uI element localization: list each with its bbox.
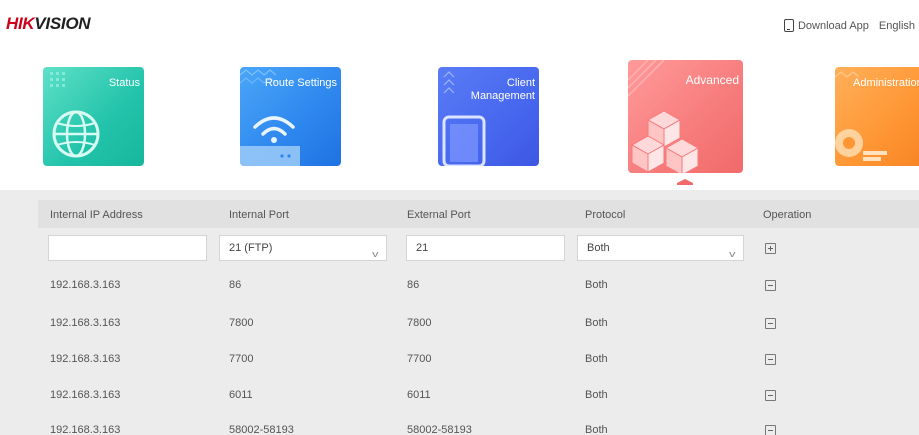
hikvision-logo: HIKVISION: [6, 14, 91, 34]
cell-ip: 192.168.3.163: [50, 389, 121, 401]
delete-rule-button[interactable]: [765, 318, 776, 329]
column-header-operation: Operation: [763, 209, 812, 221]
nav-tile-administration[interactable]: Administration: [835, 67, 919, 166]
nav-tile-label: Route Settings: [264, 77, 337, 89]
cell-internal-port: 58002-58193: [229, 424, 294, 435]
nav-tile-label: Advanced: [685, 73, 739, 87]
nav-tile-label: Status: [108, 77, 140, 89]
column-header-internal-ip: Internal IP Address: [50, 209, 143, 221]
chevron-down-icon: v: [371, 249, 378, 259]
protocol-select[interactable]: Both v: [577, 235, 744, 261]
delete-rule-button[interactable]: [765, 354, 776, 365]
column-header-external-port: External Port: [407, 209, 471, 221]
add-rule-button[interactable]: [765, 243, 776, 254]
cell-external-port: 86: [407, 279, 420, 291]
label-line-1: Client: [506, 77, 535, 89]
delete-rule-button[interactable]: [765, 390, 776, 401]
cell-ip: 192.168.3.163: [50, 279, 121, 291]
cell-ip: 192.168.3.163: [50, 317, 121, 329]
nav-tile-status[interactable]: Status: [43, 67, 144, 166]
top-links: Download App English: [783, 19, 915, 32]
cell-protocol: Both: [585, 389, 608, 401]
nav-tile-advanced[interactable]: Advanced: [628, 60, 743, 173]
column-header-internal-port: Internal Port: [229, 209, 289, 221]
logo-red-text: HIK: [6, 14, 35, 33]
language-selector[interactable]: English: [879, 20, 915, 32]
label-line-2: Management: [470, 90, 535, 102]
cell-external-port: 6011: [407, 389, 431, 401]
column-header-protocol: Protocol: [585, 209, 626, 221]
active-indicator-icon: [677, 179, 693, 185]
nav-tile-label: Client Management: [471, 77, 535, 103]
external-port-input[interactable]: 21: [406, 235, 565, 261]
cell-external-port: 7800: [407, 317, 432, 329]
nav-tile-label: Administration: [853, 77, 919, 89]
cell-internal-port: 86: [229, 279, 242, 291]
nav-tile-route-settings[interactable]: Route Settings: [240, 67, 341, 166]
download-app-link[interactable]: Download App: [798, 20, 869, 32]
cell-ip: 192.168.3.163: [50, 353, 121, 365]
cell-protocol: Both: [585, 279, 608, 291]
cell-external-port: 7700: [407, 353, 432, 365]
cell-internal-port: 7700: [229, 353, 254, 365]
header: HIKVISION Download App English Status Ro…: [0, 0, 919, 190]
cell-protocol: Both: [585, 317, 608, 329]
cell-protocol: Both: [585, 424, 608, 435]
delete-rule-button[interactable]: [765, 280, 776, 291]
internal-ip-input[interactable]: [48, 235, 207, 261]
delete-rule-button[interactable]: [765, 425, 776, 435]
cell-external-port: 58002-58193: [407, 424, 472, 435]
chevron-down-icon: v: [728, 249, 735, 259]
internal-port-select[interactable]: 21 (FTP) v: [219, 235, 387, 261]
cell-protocol: Both: [585, 353, 608, 365]
cell-internal-port: 7800: [229, 317, 254, 329]
cell-ip: 192.168.3.163: [50, 424, 121, 435]
internal-port-select-value: 21 (FTP): [229, 242, 273, 254]
mobile-phone-icon: [783, 19, 794, 32]
logo-dark-text: VISION: [34, 14, 91, 33]
protocol-select-value: Both: [587, 242, 610, 254]
external-port-input-value: 21: [416, 242, 429, 254]
cell-internal-port: 6011: [229, 389, 253, 401]
nav-tile-client-management[interactable]: Client Management: [438, 67, 539, 166]
